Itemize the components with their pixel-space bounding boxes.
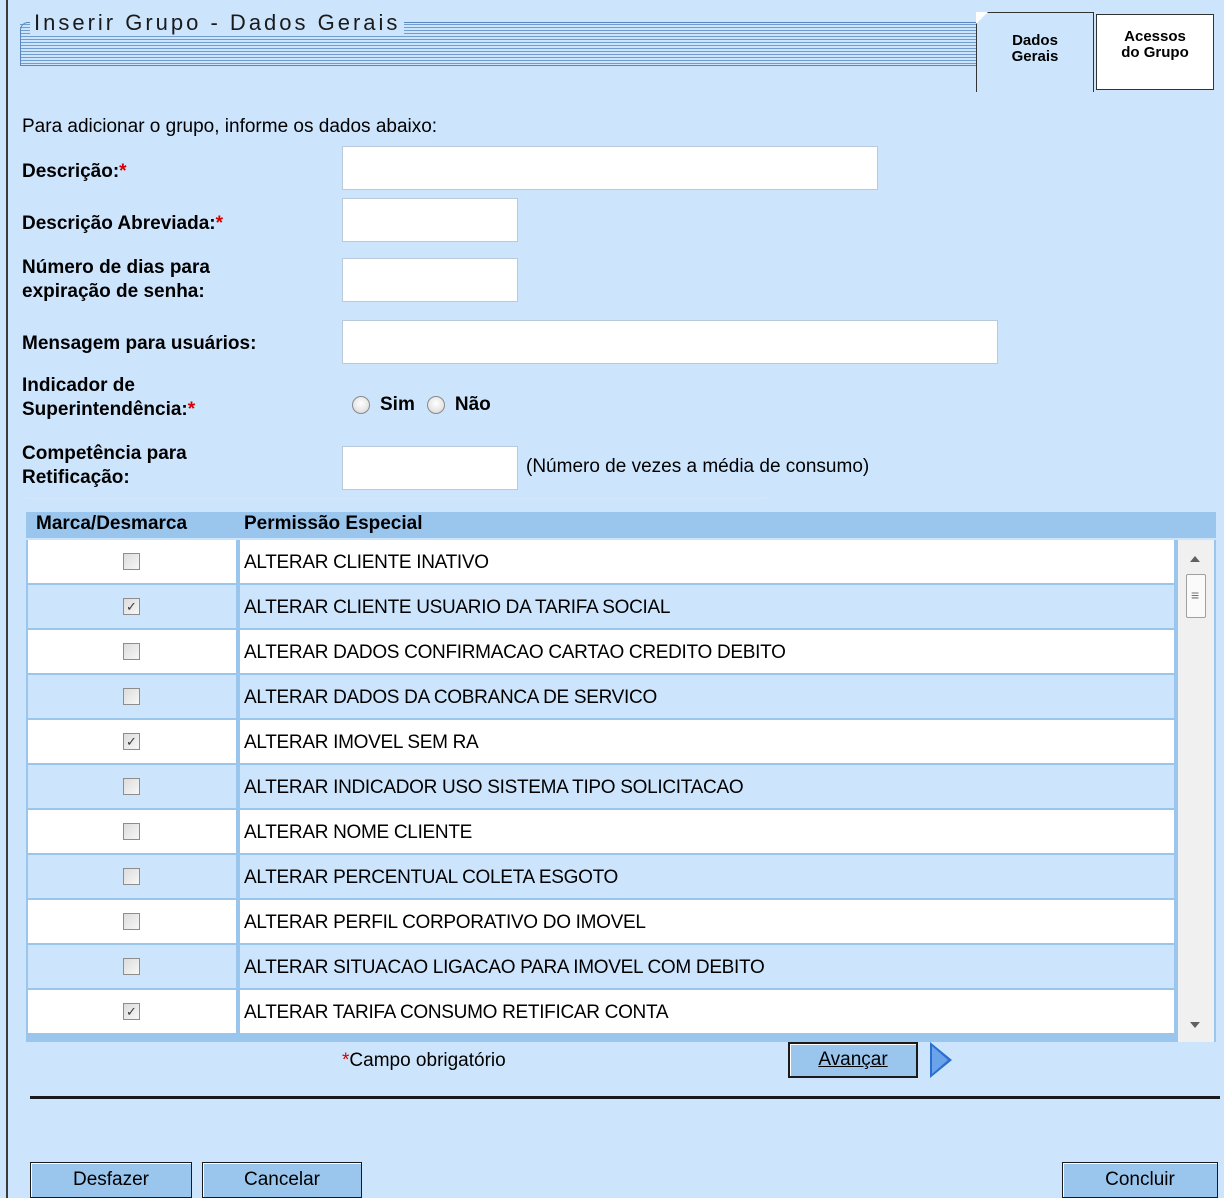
- window-border: [6, 0, 8, 1198]
- table-row: ✓ ALTERAR CLIENTE USUARIO DA TARIFA SOCIA…: [26, 585, 1176, 630]
- table-row: ✓ ALTERAR IMOVEL SEM RA: [26, 720, 1176, 765]
- permission-checkbox[interactable]: [123, 643, 140, 660]
- superintendencia-label: Indicador de Superintendência:*: [22, 374, 195, 422]
- permission-label: ALTERAR IMOVEL SEM RA: [240, 720, 1174, 763]
- competencia-label-line2: Retificação:: [22, 467, 130, 488]
- checkbox-cell: [28, 675, 236, 718]
- permission-checkbox[interactable]: [123, 778, 140, 795]
- checkbox-cell: ✓: [28, 585, 236, 628]
- descricao-input[interactable]: [342, 146, 878, 190]
- next-arrow-icon[interactable]: [930, 1042, 952, 1078]
- table-row: ALTERAR CLIENTE INATIVO: [26, 540, 1176, 585]
- cancelar-button[interactable]: Cancelar: [202, 1162, 362, 1198]
- permission-checkbox[interactable]: [123, 553, 140, 570]
- scroll-down-icon[interactable]: [1190, 1022, 1200, 1028]
- table-row: ALTERAR DADOS DA COBRANCA DE SERVICO: [26, 675, 1176, 720]
- table-row: ✓ ALTERAR TARIFA CONSUMO RETIFICAR CONTA: [26, 990, 1176, 1035]
- table-row: ALTERAR SITUACAO LIGACAO PARA IMOVEL COM…: [26, 945, 1176, 990]
- table-row: ALTERAR PERFIL CORPORATIVO DO IMOVEL: [26, 900, 1176, 945]
- permission-label: ALTERAR CLIENTE USUARIO DA TARIFA SOCIAL: [240, 585, 1174, 628]
- scroll-up-icon[interactable]: [1190, 556, 1200, 562]
- required-mark: *: [215, 213, 224, 234]
- checkbox-cell: [28, 765, 236, 808]
- tab-acessos-line1: Acessos: [1124, 28, 1186, 45]
- superintendencia-radio-group: Sim Não: [352, 394, 491, 416]
- descricao-label: Descrição:*: [22, 160, 127, 184]
- mensagem-label: Mensagem para usuários:: [22, 333, 257, 354]
- desfazer-button[interactable]: Desfazer: [30, 1162, 192, 1198]
- permission-label: ALTERAR DADOS CONFIRMACAO CARTAO CREDITO…: [240, 630, 1174, 673]
- checkbox-cell: ✓: [28, 720, 236, 763]
- mensagem-input[interactable]: [342, 320, 998, 364]
- radio-nao[interactable]: [426, 396, 445, 414]
- radio-sim[interactable]: [352, 396, 370, 414]
- permission-checkbox[interactable]: ✓: [123, 1003, 140, 1020]
- permission-checkbox[interactable]: [123, 913, 140, 930]
- permissions-table: ✓ ALTERAR TARIFA CONSUMO RETIFICAR CONTA A…: [26, 540, 1216, 1042]
- dias-expiracao-label: Número de dias para expiração de senha:: [22, 256, 210, 304]
- radio-sim-label: Sim: [380, 394, 415, 415]
- form-intro: Para adicionar o grupo, informe os dados…: [22, 116, 438, 137]
- permission-checkbox[interactable]: [123, 958, 140, 975]
- dias-expiracao-input[interactable]: [342, 258, 518, 302]
- col-permissao-especial: Permissão Especial: [244, 513, 423, 534]
- permission-checkbox[interactable]: [123, 868, 140, 885]
- checkbox-cell: [28, 540, 236, 583]
- permission-label: ALTERAR SITUACAO LIGACAO PARA IMOVEL COM…: [240, 945, 1174, 988]
- permission-label: ALTERAR TARIFA CONSUMO RETIFICAR CONTA: [240, 990, 1174, 1033]
- dias-expiracao-label-line2: expiração de senha:: [22, 281, 205, 302]
- permission-checkbox[interactable]: [123, 823, 140, 840]
- descricao-abreviada-input[interactable]: [342, 198, 518, 242]
- table-row: ALTERAR DADOS CONFIRMACAO CARTAO CREDITO…: [26, 630, 1176, 675]
- permission-checkbox[interactable]: ✓: [123, 598, 140, 615]
- permission-label: ALTERAR CLIENTE INATIVO: [240, 540, 1174, 583]
- descricao-label-text: Descrição:: [22, 161, 120, 182]
- radio-nao-label: Não: [454, 394, 491, 415]
- permissions-table-header: Marca/Desmarca Permissão Especial: [26, 512, 1216, 538]
- superintendencia-label-line2-text: Superintendência:: [22, 399, 188, 420]
- permission-label: ALTERAR PERCENTUAL COLETA ESGOTO: [240, 855, 1174, 898]
- scroll-thumb[interactable]: [1186, 574, 1206, 618]
- competencia-label-line1: Competência para: [22, 443, 187, 464]
- permission-checkbox[interactable]: ✓: [123, 733, 140, 750]
- checkbox-cell: [28, 810, 236, 853]
- table-row: ALTERAR INDICADOR USO SISTEMA TIPO SOLIC…: [26, 765, 1176, 810]
- checkbox-cell: [28, 855, 236, 898]
- tab-dados-gerais[interactable]: Dados Gerais: [976, 12, 1094, 92]
- descricao-abreviada-label: Descrição Abreviada:*: [22, 212, 223, 236]
- permission-label: ALTERAR NOME CLIENTE: [240, 810, 1174, 853]
- footer-divider: [30, 1096, 1220, 1099]
- competencia-hint: (Número de vezes a média de consumo): [526, 456, 870, 477]
- permission-checkbox[interactable]: [123, 688, 140, 705]
- checkbox-cell: [28, 630, 236, 673]
- permission-label: ALTERAR DADOS DA COBRANCA DE SERVICO: [240, 675, 1174, 718]
- dias-expiracao-label-line1: Número de dias para: [22, 257, 210, 278]
- concluir-button[interactable]: Concluir: [1062, 1162, 1218, 1198]
- required-mark: *: [187, 399, 196, 420]
- required-note: *Campo obrigatório: [342, 1050, 506, 1072]
- superintendencia-label-line1: Indicador de: [22, 375, 135, 396]
- table-row: ALTERAR NOME CLIENTE: [26, 810, 1176, 855]
- tab-dados-gerais-line1: Dados: [1012, 32, 1058, 49]
- checkbox-cell: ✓: [28, 990, 236, 1033]
- checkbox-cell: [28, 900, 236, 943]
- col-marca-desmarca: Marca/Desmarca: [36, 513, 188, 534]
- tab-dados-gerais-line2: Gerais: [1011, 48, 1059, 65]
- checkbox-cell: [28, 945, 236, 988]
- superintendencia-label-line2: Superintendência:*: [22, 398, 195, 422]
- descricao-abreviada-label-text: Descrição Abreviada:: [22, 213, 216, 234]
- required-note-text: Campo obrigatório: [349, 1050, 506, 1071]
- required-mark: *: [119, 161, 127, 182]
- table-scrollbar[interactable]: [1178, 540, 1214, 1042]
- tab-acessos-do-grupo[interactable]: Acessos do Grupo: [1096, 14, 1214, 90]
- page-title: Inserir Grupo - Dados Gerais: [30, 10, 405, 36]
- permission-label: ALTERAR PERFIL CORPORATIVO DO IMOVEL: [240, 900, 1174, 943]
- avancar-button[interactable]: Avançar: [788, 1042, 918, 1078]
- table-row: ALTERAR PERCENTUAL COLETA ESGOTO: [26, 855, 1176, 900]
- tab-acessos-line2: do Grupo: [1121, 44, 1189, 61]
- divider: [26, 498, 766, 499]
- competencia-input[interactable]: [342, 446, 518, 490]
- competencia-label: Competência para Retificação:: [22, 442, 187, 490]
- permission-label: ALTERAR INDICADOR USO SISTEMA TIPO SOLIC…: [240, 765, 1174, 808]
